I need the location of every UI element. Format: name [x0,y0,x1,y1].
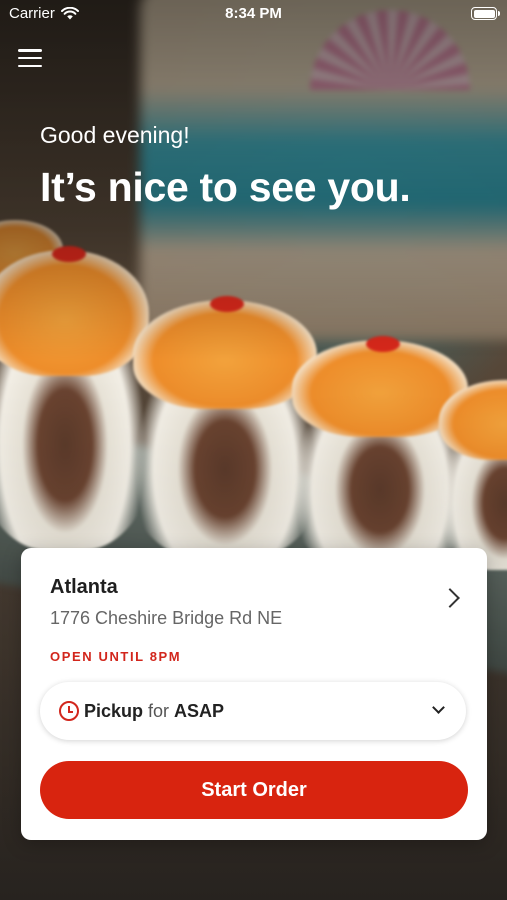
hamburger-menu-icon[interactable] [18,47,42,69]
location-city: Atlanta [50,576,118,598]
greeting-text: Good evening! [40,122,190,148]
chevron-down-icon [432,701,445,714]
page-title: It’s nice to see you. [40,164,411,210]
location-address: 1776 Cheshire Bridge Rd NE [50,608,283,628]
order-type-dropdown[interactable]: Pickup for ASAP [40,682,466,740]
location-selector[interactable]: Atlanta 1776 Cheshire Bridge Rd NE [50,576,461,636]
status-bar: Carrier 8:34 PM [0,0,507,28]
hours-status-badge: OPEN UNTIL 8PM [50,649,182,664]
start-order-button[interactable]: Start Order [40,761,468,819]
clock-icon [59,701,79,721]
order-connector-label: for [148,700,170,721]
battery-icon [471,7,500,20]
order-mode-label: Pickup [84,700,144,721]
order-time-label: ASAP [174,700,225,721]
location-card: Atlanta 1776 Cheshire Bridge Rd NE OPEN … [21,548,487,840]
status-time: 8:34 PM [225,5,282,22]
